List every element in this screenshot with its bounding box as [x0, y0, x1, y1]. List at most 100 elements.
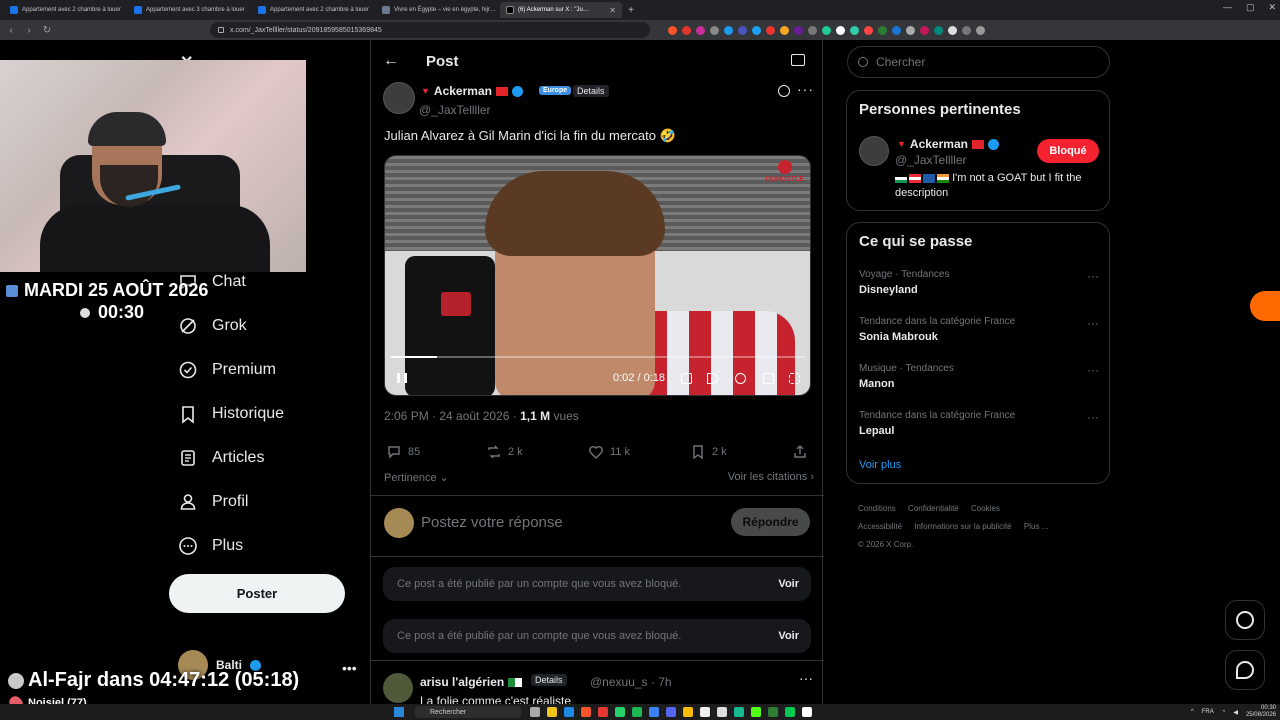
- browser-tab[interactable]: Vivre en Égypte – vie en égypte, hijr…: [376, 2, 498, 18]
- extension-icon[interactable]: [878, 25, 887, 35]
- reply-item[interactable]: arisu l'algérien Details @nexuu_s · 7h ·…: [371, 660, 824, 708]
- spotify-icon[interactable]: [632, 707, 642, 717]
- author-handle[interactable]: @_JaxTellller: [419, 103, 491, 117]
- reply-input[interactable]: Postez votre réponse: [421, 514, 563, 531]
- volume-icon[interactable]: ◀: [1233, 709, 1238, 716]
- picture-in-picture-icon[interactable]: [763, 373, 774, 384]
- captions-icon[interactable]: [681, 373, 692, 384]
- sidebar-item-historique[interactable]: Historique: [178, 402, 284, 426]
- trend-item[interactable]: Tendance dans la catégorie France Lepaul…: [859, 410, 1099, 437]
- app-icon[interactable]: [598, 707, 608, 717]
- extension-icon[interactable]: [934, 25, 943, 35]
- floating-extension-icon[interactable]: [1250, 291, 1280, 321]
- wifi-icon[interactable]: ◔: [1222, 709, 1226, 715]
- more-options-icon[interactable]: ···: [797, 81, 814, 97]
- discord-icon[interactable]: [666, 707, 676, 717]
- avatar[interactable]: [859, 136, 889, 166]
- app-icon[interactable]: [768, 707, 778, 717]
- sidebar-item-plus[interactable]: Plus: [178, 534, 243, 558]
- avatar[interactable]: [383, 673, 413, 703]
- volume-icon[interactable]: [707, 373, 718, 384]
- tray-chevron-icon[interactable]: ^: [1191, 709, 1194, 715]
- account-more-icon[interactable]: •••: [342, 660, 357, 676]
- back-arrow-icon[interactable]: ←: [383, 52, 399, 70]
- like-button[interactable]: 11 k: [588, 444, 630, 460]
- poster-button[interactable]: Poster: [169, 574, 345, 613]
- trend-item[interactable]: Voyage · Tendances Disneyland ···: [859, 269, 1099, 296]
- extension-icon[interactable]: [738, 25, 747, 35]
- footer-link[interactable]: Conditions: [858, 504, 896, 513]
- sort-dropdown[interactable]: Pertinence ⌄: [384, 472, 449, 484]
- brave-shield-icon[interactable]: [668, 25, 677, 35]
- sidebar-item-profil[interactable]: Profil: [178, 490, 248, 514]
- reload-icon[interactable]: ↻: [42, 25, 52, 36]
- chat-float-button[interactable]: [1225, 650, 1265, 690]
- footer-link[interactable]: Informations sur la publicité: [914, 522, 1011, 531]
- details-badge[interactable]: Details: [573, 85, 609, 97]
- video-progress-bar[interactable]: [391, 356, 806, 358]
- reply-author-row[interactable]: arisu l'algérien: [420, 675, 523, 689]
- address-bar[interactable]: x.com/_JaxTellller/status/20918595850153…: [210, 22, 650, 38]
- file-explorer-icon[interactable]: [547, 707, 557, 717]
- extension-icon[interactable]: [710, 25, 719, 35]
- details-badge[interactable]: Details: [531, 674, 567, 686]
- author-name-row[interactable]: ▼ Ackerman: [421, 84, 523, 98]
- extension-icon[interactable]: [766, 25, 775, 35]
- windows-start-icon[interactable]: [394, 707, 404, 717]
- repost-button[interactable]: 2 k: [486, 444, 523, 460]
- taskbar-search[interactable]: Rechercher: [414, 706, 522, 718]
- footer-link[interactable]: Confidentialité: [908, 504, 959, 513]
- sidebar-item-premium[interactable]: Premium: [178, 358, 276, 382]
- reply-submit-button[interactable]: Répondre: [731, 508, 810, 536]
- fullscreen-icon[interactable]: [789, 373, 800, 384]
- sidebar-item-grok[interactable]: Grok: [178, 314, 247, 338]
- extension-icon[interactable]: [892, 25, 901, 35]
- app-icon[interactable]: [802, 707, 812, 717]
- more-options-icon[interactable]: ···: [799, 670, 813, 686]
- extension-icon[interactable]: [948, 25, 957, 35]
- extension-icon[interactable]: [864, 25, 873, 35]
- view-quotes-link[interactable]: Voir les citations ›: [728, 471, 814, 483]
- extension-icon[interactable]: [822, 25, 831, 35]
- post-timestamp[interactable]: 2:06 PM · 24 août 2026 ·: [384, 409, 520, 423]
- search-input[interactable]: Chercher: [847, 46, 1110, 78]
- footer-link[interactable]: Cookies: [971, 504, 1000, 513]
- grok-float-button[interactable]: [1225, 600, 1265, 640]
- view-blocked-button[interactable]: Voir: [778, 578, 799, 590]
- app-icon[interactable]: [734, 707, 744, 717]
- browser-tab-active[interactable]: (6) Ackerman sur X : "Ju… ✕: [500, 2, 622, 18]
- extension-icon[interactable]: [780, 25, 789, 35]
- language-indicator[interactable]: FRA: [1202, 709, 1214, 715]
- view-blocked-button[interactable]: Voir: [778, 630, 799, 642]
- trend-more-icon[interactable]: ···: [1087, 316, 1099, 330]
- footer-link[interactable]: Plus ...: [1024, 522, 1048, 531]
- bookmark-button[interactable]: 2 k: [690, 444, 727, 460]
- blocked-button[interactable]: Bloqué: [1037, 139, 1099, 163]
- extension-icon[interactable]: [836, 25, 845, 35]
- extension-icon[interactable]: [808, 25, 817, 35]
- trend-item[interactable]: Musique · Tendances Manon ···: [859, 363, 1099, 390]
- settings-gear-icon[interactable]: [735, 373, 746, 384]
- avatar[interactable]: [383, 82, 415, 114]
- sidebar-item-articles[interactable]: Articles: [178, 446, 264, 470]
- site-info-icon[interactable]: [218, 27, 224, 33]
- app-icon[interactable]: [700, 707, 710, 717]
- see-more-link[interactable]: Voir plus: [859, 459, 901, 471]
- back-nav-icon[interactable]: ‹: [6, 25, 16, 36]
- app-icon[interactable]: [717, 707, 727, 717]
- brave-icon[interactable]: [581, 707, 591, 717]
- extension-icon[interactable]: [696, 25, 705, 35]
- browser-tab[interactable]: Appartement avec 2 chambre à louer: [4, 2, 126, 18]
- relevant-person-name-row[interactable]: ▼ Ackerman: [897, 137, 999, 151]
- whatsapp-icon[interactable]: [615, 707, 625, 717]
- browser-tab[interactable]: Appartement avec 2 chambre à louer: [252, 2, 374, 18]
- trend-item[interactable]: Tendance dans la catégorie France Sonia …: [859, 316, 1099, 343]
- app-icon[interactable]: [785, 707, 795, 717]
- extension-icon[interactable]: [724, 25, 733, 35]
- extension-icon[interactable]: [682, 25, 691, 35]
- app-icon[interactable]: [649, 707, 659, 717]
- extension-icon[interactable]: [794, 25, 803, 35]
- extension-icon[interactable]: [850, 25, 859, 35]
- forward-nav-icon[interactable]: ›: [24, 25, 34, 36]
- relevant-person-handle[interactable]: @_JaxTellller: [895, 153, 967, 167]
